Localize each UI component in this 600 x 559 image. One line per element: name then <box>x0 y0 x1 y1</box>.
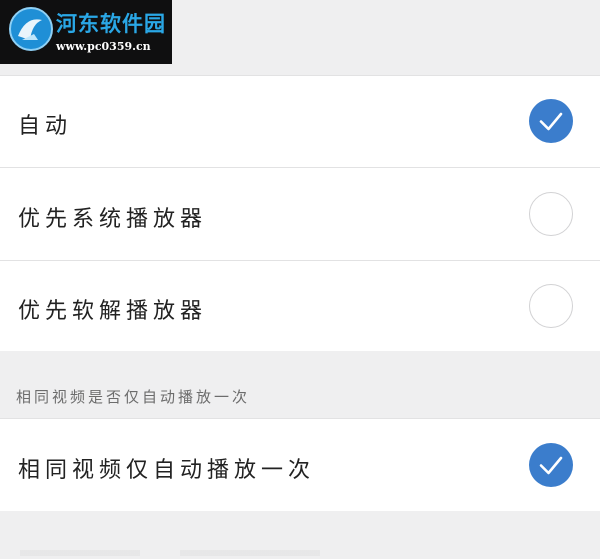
check-circle-icon[interactable] <box>529 443 573 487</box>
option-row-system-player[interactable]: 优先系统播放器 <box>0 167 600 260</box>
option-row-autoplay-once[interactable]: 相同视频仅自动播放一次 <box>0 418 600 511</box>
cut-off-text <box>20 550 320 556</box>
watermark-title: 河东软件园 <box>56 11 166 36</box>
hedong-logo-icon <box>9 7 53 51</box>
option-row-auto[interactable]: 自动 <box>0 75 600 167</box>
autoplay-section-header: 相同视频是否仅自动播放一次 <box>0 351 600 418</box>
option-label: 自动 <box>18 114 73 139</box>
check-circle-icon[interactable] <box>529 99 573 143</box>
option-label: 优先系统播放器 <box>18 207 208 232</box>
watermark-url: www.pc0359.cn <box>56 40 151 53</box>
option-label: 相同视频仅自动播放一次 <box>18 458 316 483</box>
option-row-software-player[interactable]: 优先软解播放器 <box>0 260 600 351</box>
bottom-section-header <box>0 511 600 559</box>
section-title: 相同视频是否仅自动播放一次 <box>16 388 251 406</box>
empty-circle-icon[interactable] <box>529 284 573 328</box>
empty-circle-icon[interactable] <box>529 192 573 236</box>
option-label: 优先软解播放器 <box>18 299 208 324</box>
watermark: 河东软件园 www.pc0359.cn <box>0 0 172 64</box>
